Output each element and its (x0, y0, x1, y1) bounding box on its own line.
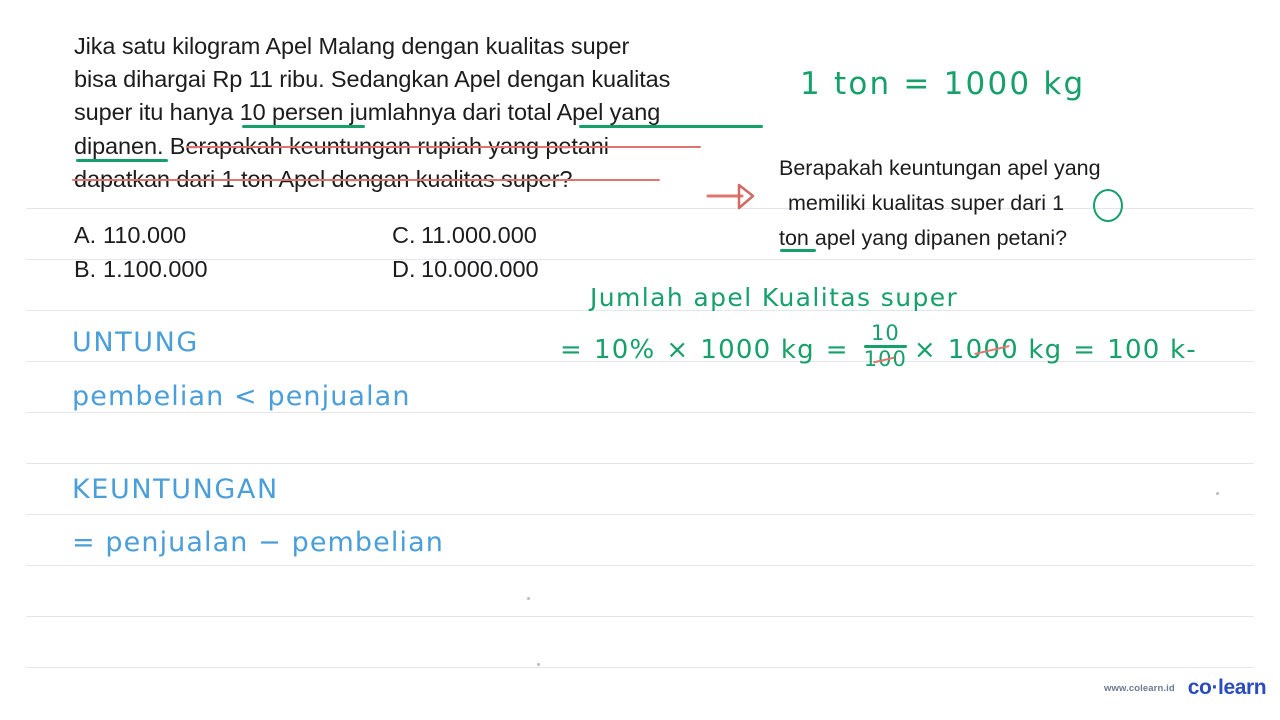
option-value: 1.100.000 (103, 255, 208, 282)
handwriting-calculation: = 10% × 1000 kg = 10 100 × 1000 kg = 100… (560, 321, 1208, 373)
worksheet-page: Jika satu kilogram Apel Malang dengan ku… (0, 0, 1280, 720)
handwriting-keuntungan-rule: = penjualan − pembelian (72, 527, 444, 558)
red-strikethrough (186, 145, 701, 149)
handwriting-ton-conversion: 1 ton = 1000 kg (800, 66, 1086, 102)
handwriting-untung-heading: UNTUNG (72, 327, 199, 358)
option-d[interactable]: D. 10.000.000 (392, 253, 539, 287)
question-line: dipanen. Berapakah keuntungan rupiah yan… (74, 130, 701, 163)
branding-footer: www.colearn.id co·learn (1104, 676, 1267, 700)
rule-line (26, 667, 1254, 668)
green-underline-10-persen (242, 125, 365, 129)
calc-equals-2: = (825, 334, 849, 365)
question-line: memiliki kualitas super dari 1 (779, 186, 1123, 222)
green-underline-total-apel-yang (579, 125, 763, 129)
calc-mass-1: 1000 kg (700, 334, 815, 365)
question-line-text: bisa dihargai Rp 11 ribu. Sedangkan Apel… (74, 66, 671, 93)
option-c[interactable]: C. 11.000.000 (392, 219, 537, 253)
option-letter: D. (392, 255, 416, 282)
option-value: 10.000.000 (421, 255, 539, 282)
red-strikethrough (72, 178, 660, 182)
rule-line (26, 565, 1254, 566)
option-a[interactable]: A. 110.000 (74, 219, 392, 253)
brand-url: www.colearn.id (1104, 682, 1175, 694)
option-letter: B. (74, 255, 97, 282)
question-line: super itu hanya 10 persen jumlahnya dari… (74, 96, 763, 129)
rule-line (26, 463, 1254, 464)
rule-line (26, 412, 1254, 413)
rule-line (26, 514, 1254, 515)
option-row: B. 1.100.000 D. 10.000.000 (74, 253, 539, 287)
option-b[interactable]: B. 1.100.000 (74, 253, 392, 287)
question-line: Berapakah keuntungan apel yang (779, 151, 1101, 186)
handwriting-keuntungan-heading: KEUNTUNGAN (72, 474, 279, 505)
question-line-text: super itu hanya 10 persen jumlahnya dari… (74, 99, 661, 126)
question-line: bisa dihargai Rp 11 ribu. Sedangkan Apel… (74, 63, 670, 96)
option-letter: A. (74, 222, 97, 248)
answer-options: A. 110.000 C. 11.000.000 B. 1.100.000 D.… (74, 219, 539, 286)
question-line-text: memiliki kualitas super dari (788, 190, 1047, 215)
calc-times-2: × (913, 334, 937, 365)
option-row: A. 110.000 C. 11.000.000 (74, 219, 539, 253)
green-circle-annotation (1093, 188, 1123, 222)
ink-dot (1216, 492, 1219, 495)
ink-dot (527, 597, 530, 600)
handwriting-jumlah-label: Jumlah apel Kualitas super (590, 283, 959, 312)
option-letter: C. (392, 222, 416, 248)
red-arrow-icon (706, 181, 758, 216)
question-line: ton apel yang dipanen petani? (779, 221, 1101, 256)
handwriting-untung-rule: pembelian < penjualan (72, 381, 411, 412)
question-line: Jika satu kilogram Apel Malang dengan ku… (74, 30, 670, 63)
circled-number: 1 (1052, 190, 1065, 215)
question-text-right: Berapakah keuntungan apel yang memiliki … (779, 151, 1123, 256)
calc-equals-3: = (1073, 334, 1097, 365)
brand-logo-learn: learn (1218, 676, 1267, 699)
calc-mass-2-text: 1000 kg (947, 334, 1063, 365)
green-underline-ton (780, 248, 816, 252)
question-line-text: Jika satu kilogram Apel Malang dengan ku… (74, 33, 630, 59)
question-line-text: Berapakah keuntungan apel yang (779, 156, 1101, 180)
fraction-numerator: 10 (870, 321, 900, 345)
option-value: 110.000 (103, 222, 187, 248)
brand-logo: co·learn (1188, 676, 1267, 700)
rule-line (26, 616, 1254, 617)
calc-equals-1: = (560, 334, 583, 365)
question-line: dapatkan dari 1 ton Apel dengan kualitas… (72, 163, 670, 196)
option-value: 11.000.000 (421, 222, 537, 248)
fraction-denominator: 100 (864, 348, 907, 370)
calc-fraction: 10 100 (863, 321, 907, 370)
calc-times-1: × (666, 334, 690, 365)
calc-mass-2: 1000 kg (948, 335, 1062, 365)
calc-percent-term: 10% (594, 334, 656, 365)
brand-logo-co: co (1187, 676, 1212, 699)
ink-dot (537, 663, 540, 666)
green-underline-dipanen (76, 158, 168, 162)
question-line-text: ton apel yang dipanen petani? (779, 225, 1068, 250)
question-text-left: Jika satu kilogram Apel Malang dengan ku… (72, 30, 763, 196)
calc-result: 100 k- (1107, 334, 1197, 365)
